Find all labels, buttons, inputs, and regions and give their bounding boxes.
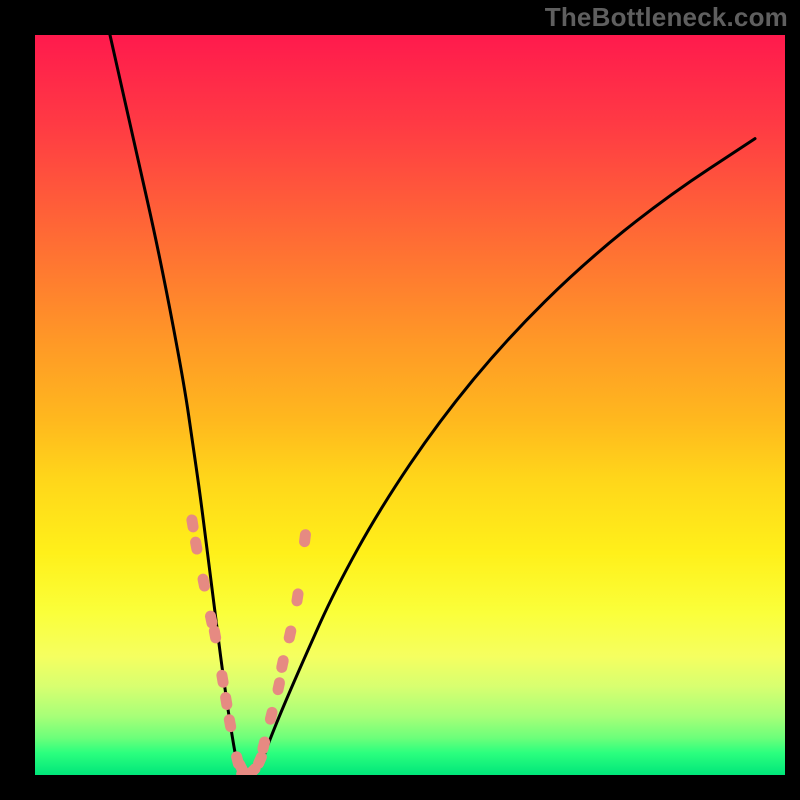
marker-capsule (216, 669, 230, 689)
marker-capsule (271, 676, 286, 696)
marker-capsule (298, 529, 311, 548)
marker-dots (186, 514, 312, 775)
marker-capsule (291, 588, 305, 607)
marker-capsule (283, 624, 298, 644)
marker-capsule (189, 536, 203, 556)
bottleneck-curve-path (110, 35, 755, 775)
watermark-text: TheBottleneck.com (545, 4, 788, 30)
plot-area (35, 35, 785, 775)
chart-frame: TheBottleneck.com (0, 0, 800, 800)
marker-capsule (275, 654, 290, 674)
marker-capsule (197, 573, 211, 593)
curve-layer (35, 35, 785, 775)
marker-capsule (223, 713, 237, 733)
marker-capsule (186, 514, 200, 534)
bottleneck-curve (110, 35, 755, 775)
marker-capsule (219, 691, 233, 711)
